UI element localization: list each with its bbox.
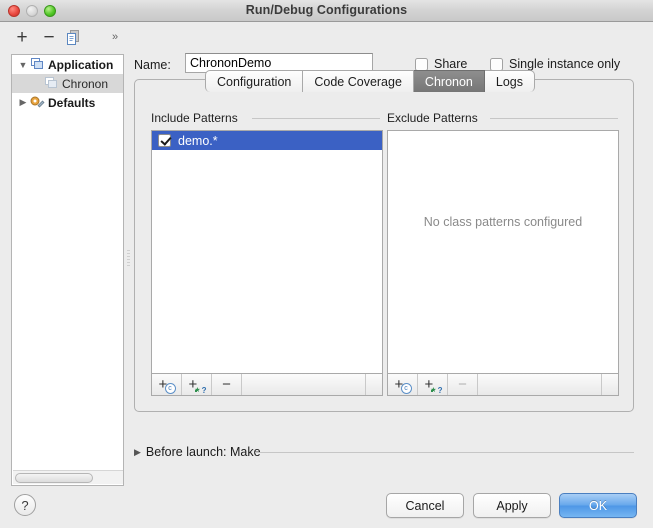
window-title: Run/Debug Configurations: [245, 3, 408, 17]
copy-configuration-icon[interactable]: [63, 26, 85, 48]
add-wildcard-pattern-button[interactable]: + ★?: [182, 374, 212, 395]
before-launch-divider: [255, 452, 634, 453]
include-list-toolbar: + c + ★? −: [151, 374, 383, 396]
include-section-divider: [252, 118, 380, 119]
remove-pattern-button: −: [448, 374, 478, 395]
expand-triangle-right-icon[interactable]: ▶: [134, 447, 141, 458]
include-patterns-list[interactable]: demo.*: [151, 130, 383, 374]
toolbar-overflow-button[interactable]: »: [104, 26, 126, 48]
tree-item-defaults[interactable]: ▶ Defaults: [12, 93, 123, 112]
tree-item-label: Chronon: [62, 76, 109, 91]
exclude-toolbar-end: [602, 374, 618, 395]
tree-item-label: Defaults: [48, 95, 96, 110]
tab-configuration[interactable]: Configuration: [205, 70, 304, 92]
remove-pattern-button[interactable]: −: [212, 374, 242, 395]
remove-configuration-button[interactable]: −: [38, 26, 60, 48]
add-wildcard-icon: + ★?: [424, 375, 443, 395]
copy-icon: [67, 29, 79, 45]
run-debug-configurations-window: Run/Debug Configurations + − » Name: Sha…: [0, 0, 653, 528]
help-button[interactable]: ?: [14, 494, 36, 516]
add-class-pattern-button[interactable]: + c: [152, 374, 182, 395]
ok-button[interactable]: OK: [559, 493, 637, 518]
include-patterns-title: Include Patterns: [151, 111, 244, 125]
gear-wrench-svg: [30, 96, 45, 108]
minus-icon: −: [222, 376, 231, 393]
splitter-grip-icon: [127, 250, 131, 268]
exclude-patterns-title: Exclude Patterns: [387, 111, 484, 125]
name-label: Name:: [134, 58, 171, 72]
add-configuration-button[interactable]: +: [11, 26, 33, 48]
expand-triangle-right-icon[interactable]: ▶: [16, 97, 30, 108]
configurations-tree[interactable]: ▼ Application Chronon ▶ Defaults: [11, 54, 124, 486]
add-class-icon: + c: [158, 377, 176, 394]
before-launch-label: Before launch: Make: [145, 445, 261, 459]
add-class-icon: + c: [394, 377, 412, 394]
window-titlebar: Run/Debug Configurations: [0, 0, 653, 22]
configurations-toolbar: + − » Name: Share Single instance only: [0, 22, 653, 73]
include-toolbar-end: [366, 374, 382, 395]
tree-scrollbar-thumb[interactable]: [15, 473, 93, 483]
tab-logs[interactable]: Logs: [484, 70, 535, 92]
settings-tabstrip: Configuration Code Coverage Chronon Logs: [205, 68, 535, 92]
cancel-button[interactable]: Cancel: [386, 493, 464, 518]
exclude-section-divider: [490, 118, 618, 119]
include-toolbar-filler: [242, 374, 366, 395]
apply-button[interactable]: Apply: [473, 493, 551, 518]
sidebar-splitter[interactable]: [124, 54, 134, 486]
chronon-tab-panel: Include Patterns demo.* + c + ★? − Exclu…: [134, 79, 634, 412]
tree-item-application[interactable]: ▼ Application: [12, 55, 123, 74]
expand-triangle-down-icon[interactable]: ▼: [16, 60, 30, 70]
pattern-checkbox[interactable]: [158, 134, 171, 147]
add-class-pattern-button[interactable]: + c: [388, 374, 418, 395]
tab-code-coverage[interactable]: Code Coverage: [303, 70, 414, 92]
exclude-toolbar-filler: [478, 374, 602, 395]
list-item[interactable]: demo.*: [152, 131, 382, 150]
configuration-window-icon: [44, 77, 59, 90]
exclude-patterns-list[interactable]: No class patterns configured: [387, 130, 619, 374]
tree-item-chronon[interactable]: Chronon: [12, 74, 123, 93]
minus-icon: −: [458, 376, 467, 393]
before-launch-section[interactable]: ▶ Before launch: Make: [134, 445, 261, 459]
application-window-icon: [30, 58, 45, 71]
pattern-label: demo.*: [178, 133, 218, 148]
add-wildcard-icon: + ★?: [188, 375, 207, 395]
exclude-list-toolbar: + c + ★? −: [387, 374, 619, 396]
tree-horizontal-scrollbar[interactable]: [13, 470, 123, 484]
exclude-empty-message: No class patterns configured: [423, 215, 583, 229]
tab-chronon[interactable]: Chronon: [413, 70, 485, 92]
add-wildcard-pattern-button[interactable]: + ★?: [418, 374, 448, 395]
tree-item-label: Application: [48, 57, 114, 72]
defaults-gear-wrench-icon: [30, 96, 45, 109]
